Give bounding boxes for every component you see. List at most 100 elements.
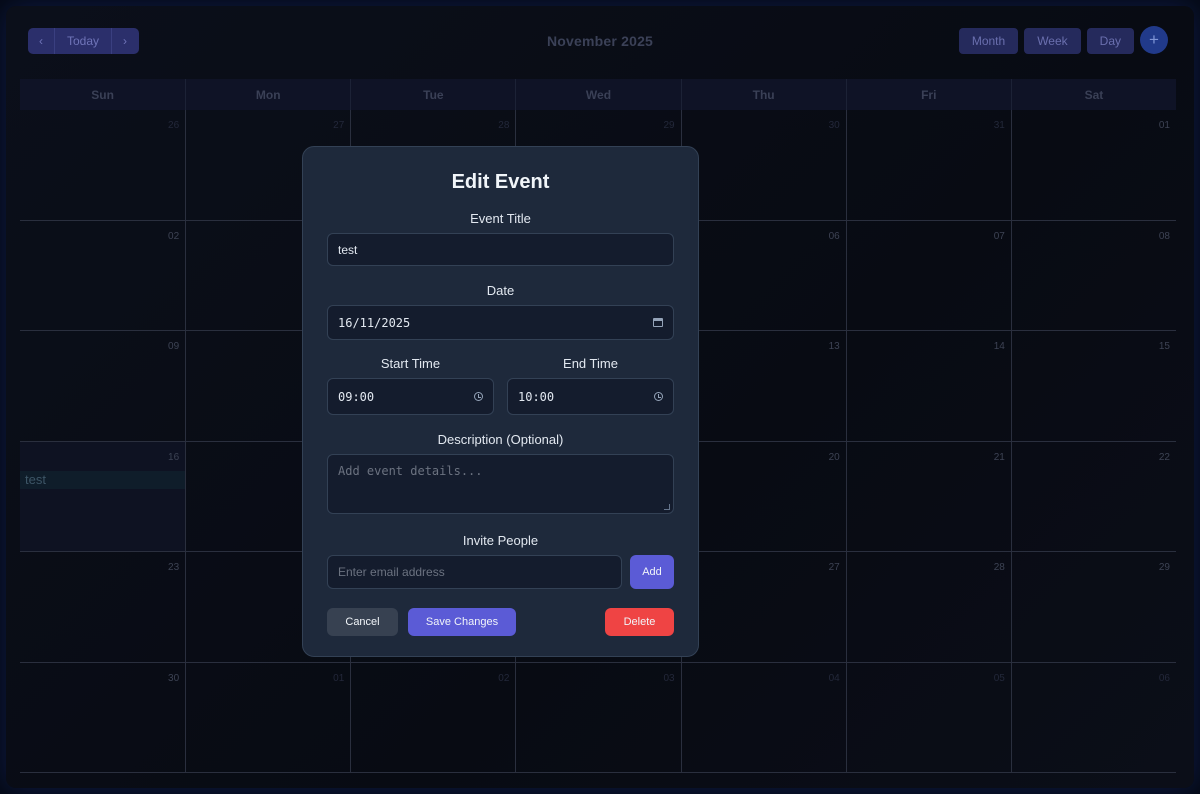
day-cell[interactable]: 03 bbox=[515, 662, 681, 773]
start-time-input[interactable]: 09:00 bbox=[327, 378, 494, 415]
day-number: 14 bbox=[993, 341, 1005, 352]
day-number: 07 bbox=[993, 230, 1005, 242]
day-number: 02 bbox=[168, 230, 180, 242]
day-cell[interactable]: 06 bbox=[680, 220, 846, 331]
day-number: 01 bbox=[333, 672, 345, 684]
day-number: 09 bbox=[168, 341, 180, 352]
day-number: 16 bbox=[168, 451, 180, 463]
date-label: Date bbox=[486, 283, 515, 298]
day-cell[interactable]: 15 bbox=[1010, 331, 1176, 442]
description-textarea[interactable]: Add event details... bbox=[327, 454, 674, 514]
event-chip[interactable]: test bbox=[20, 470, 186, 489]
save-changes-button[interactable]: Save Changes bbox=[408, 608, 516, 636]
start-time-group: Start Time 09:00 bbox=[327, 356, 494, 415]
day-number: 15 bbox=[1158, 341, 1170, 352]
weekday-label: Thu bbox=[680, 79, 846, 110]
day-cell[interactable]: 23 bbox=[20, 552, 186, 663]
date-input[interactable]: 16/11/2025 bbox=[327, 305, 674, 340]
invite-row: Enter email address Add bbox=[327, 555, 674, 589]
edit-event-modal: Edit Event Event Title test Date 16/11/2… bbox=[302, 146, 699, 657]
day-cell[interactable]: 07 bbox=[845, 220, 1011, 331]
day-cell[interactable]: 08 bbox=[1010, 220, 1176, 331]
day-cell[interactable]: 09 bbox=[20, 331, 186, 442]
event-title-input[interactable]: test bbox=[327, 233, 674, 266]
day-number: 06 bbox=[1158, 672, 1170, 684]
view-day-button[interactable]: Day bbox=[1086, 28, 1134, 54]
day-number: 08 bbox=[1158, 230, 1170, 242]
day-cell[interactable]: 29 bbox=[1010, 552, 1176, 663]
date-value: 16/11/2025 bbox=[338, 315, 411, 330]
invite-email-input[interactable]: Enter email address bbox=[327, 555, 622, 589]
event-title-label: Event Title bbox=[470, 211, 531, 226]
day-cell[interactable]: 05 bbox=[845, 662, 1011, 773]
day-cell[interactable]: 01 bbox=[185, 662, 351, 773]
invite-placeholder: Enter email address bbox=[338, 565, 445, 579]
day-number: 31 bbox=[993, 120, 1005, 131]
end-time-value: 10:00 bbox=[518, 389, 555, 404]
calendar-app: ‹ Today › November 2025 Month Week Day +… bbox=[6, 6, 1194, 788]
resize-handle-icon[interactable] bbox=[664, 504, 670, 510]
day-cell[interactable]: 14 bbox=[845, 331, 1011, 442]
day-cell[interactable]: 16 test bbox=[20, 441, 186, 552]
modal-actions: Cancel Save Changes Delete bbox=[327, 608, 674, 636]
description-placeholder: Add event details... bbox=[338, 464, 483, 478]
weekday-label: Tue bbox=[350, 79, 516, 110]
day-number: 22 bbox=[1158, 451, 1170, 463]
day-cell[interactable]: 21 bbox=[845, 441, 1011, 552]
event-title-value: test bbox=[338, 242, 358, 257]
day-number: 28 bbox=[498, 120, 510, 131]
day-number: 20 bbox=[828, 451, 840, 463]
day-number: 26 bbox=[168, 120, 180, 131]
day-number: 29 bbox=[1158, 562, 1170, 573]
modal-title: Edit Event bbox=[451, 171, 550, 193]
day-cell[interactable]: 06 bbox=[1010, 662, 1176, 773]
weekday-label: Fri bbox=[845, 79, 1011, 110]
weekday-label: Sat bbox=[1010, 79, 1176, 110]
clock-icon[interactable] bbox=[654, 392, 663, 401]
day-cell[interactable]: 27 bbox=[680, 552, 846, 663]
day-cell[interactable]: 30 bbox=[20, 663, 186, 773]
weekday-label: Sun bbox=[20, 79, 186, 110]
add-event-button[interactable]: + bbox=[1140, 26, 1168, 54]
clock-icon[interactable] bbox=[474, 392, 483, 401]
day-number: 04 bbox=[828, 672, 840, 684]
day-number: 01 bbox=[1158, 120, 1170, 131]
day-number: 21 bbox=[993, 451, 1005, 463]
day-number: 05 bbox=[993, 672, 1005, 684]
add-invite-button[interactable]: Add bbox=[630, 555, 674, 589]
delete-button[interactable]: Delete bbox=[605, 608, 674, 636]
day-cell[interactable]: 30 bbox=[680, 110, 846, 221]
day-cell[interactable]: 31 bbox=[845, 110, 1011, 221]
end-time-input[interactable]: 10:00 bbox=[507, 378, 674, 415]
day-cell[interactable]: 13 bbox=[680, 331, 846, 442]
day-cell[interactable]: 22 bbox=[1010, 441, 1176, 552]
day-number: 02 bbox=[498, 672, 510, 684]
day-cell[interactable]: 04 bbox=[680, 662, 846, 773]
day-cell[interactable]: 28 bbox=[845, 552, 1011, 663]
invite-label: Invite People bbox=[462, 533, 539, 548]
day-number: 30 bbox=[168, 672, 180, 684]
day-number: 27 bbox=[828, 562, 840, 573]
end-time-group: End Time 10:00 bbox=[507, 356, 674, 415]
view-month-button[interactable]: Month bbox=[958, 28, 1019, 54]
day-number: 27 bbox=[333, 120, 345, 131]
time-row: Start Time 09:00 End Time 10:00 bbox=[327, 356, 674, 415]
day-number: 29 bbox=[663, 120, 675, 131]
weekday-header: Sun Mon Tue Wed Thu Fri Sat bbox=[20, 79, 1176, 110]
day-cell[interactable]: 20 bbox=[680, 441, 846, 552]
day-number: 28 bbox=[993, 562, 1005, 573]
cancel-button[interactable]: Cancel bbox=[327, 608, 398, 636]
day-cell[interactable]: 02 bbox=[350, 662, 516, 773]
day-cell[interactable]: 01 bbox=[1010, 110, 1176, 221]
day-number: 06 bbox=[828, 230, 840, 242]
end-time-label: End Time bbox=[563, 356, 618, 371]
view-week-button[interactable]: Week bbox=[1024, 28, 1081, 54]
calendar-icon[interactable] bbox=[653, 318, 663, 327]
day-cell[interactable]: 26 bbox=[20, 110, 186, 221]
start-time-label: Start Time bbox=[380, 356, 441, 371]
day-cell[interactable]: 02 bbox=[20, 221, 186, 331]
start-time-value: 09:00 bbox=[338, 389, 375, 404]
day-number: 13 bbox=[828, 341, 840, 352]
plus-icon: + bbox=[1149, 30, 1159, 49]
weekday-label: Mon bbox=[185, 79, 351, 110]
